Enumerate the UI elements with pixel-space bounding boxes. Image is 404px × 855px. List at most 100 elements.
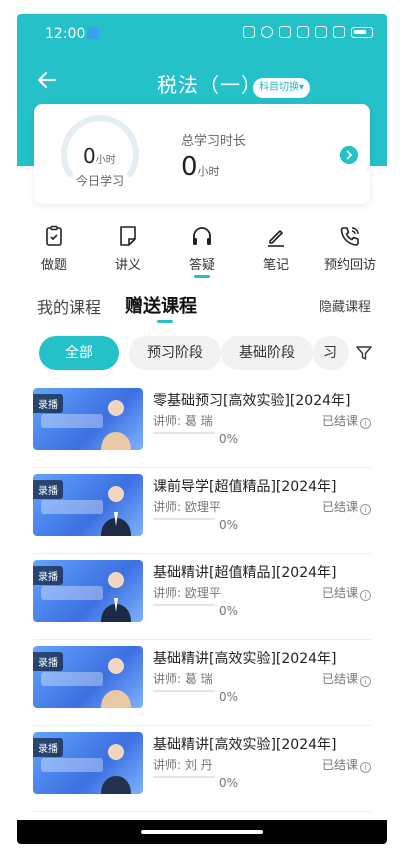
navigation-icon — [87, 27, 99, 39]
quick-callback-label: 预约回访 — [323, 258, 376, 273]
course-teacher: 讲师: 欧理平 — [153, 500, 221, 514]
info-icon[interactable]: i — [360, 762, 371, 773]
course-item[interactable]: 录播 课前导学[超值精品][2024年] 讲师: 欧理平 已结课 i 0% — [33, 474, 371, 554]
recorded-badge: 录播 — [33, 394, 63, 413]
filter-all[interactable]: 全部 — [39, 336, 119, 370]
quick-qa-label: 答疑 — [188, 258, 215, 273]
thumbnail-banner — [41, 758, 103, 772]
course-status: 已结课 i — [322, 498, 371, 515]
recorded-badge: 录播 — [33, 652, 63, 671]
course-title: 零基础预习[高效实验][2024年] — [153, 393, 351, 409]
stage-filters: 全部 预习阶段 基础阶段 习 — [17, 334, 387, 374]
pen-icon — [268, 230, 284, 247]
course-progress-text: 0% — [219, 432, 239, 446]
system-nav-bar — [17, 820, 387, 844]
quick-notes-label: 笔记 — [262, 258, 289, 273]
thumbnail-banner — [41, 672, 103, 686]
lecturer-photo — [101, 572, 131, 622]
course-progress-bar — [153, 604, 215, 606]
quick-handout-label: 讲义 — [114, 258, 141, 273]
course-status: 已结课 i — [322, 756, 371, 773]
course-item[interactable]: 录播 基础精讲[超值精品][2024年] 讲师: 欧理平 已结课 i 0% — [33, 560, 371, 640]
recorded-badge: 录播 — [33, 480, 63, 499]
filter-practice-stage[interactable]: 习 — [313, 336, 349, 370]
total-study-label: 总学习时长 — [181, 134, 247, 149]
tab-active-indicator — [157, 320, 173, 323]
quick-notes[interactable]: 笔记 — [239, 224, 313, 284]
study-time-card: 0小时 今日学习 总学习时长 0小时 — [34, 104, 370, 204]
course-item[interactable]: 录播 基础精讲[高效实验][2024年] 讲师: 刘 丹 已结课 i 0% — [33, 732, 371, 812]
page-title: 税法（一） — [157, 73, 262, 97]
course-teacher: 讲师: 葛 瑞 — [153, 672, 213, 686]
quick-practice[interactable]: 做题 — [17, 224, 91, 284]
back-arrow-icon[interactable] — [35, 68, 59, 92]
course-tabs: 我的课程 赠送课程 隐藏课程 — [17, 288, 387, 328]
filter-basic-stage[interactable]: 基础阶段 — [221, 336, 313, 370]
alarm-icon — [261, 26, 273, 38]
course-status: 已结课 i — [322, 584, 371, 601]
page-header: 税法（一） 科目切换▾ — [17, 60, 387, 100]
info-icon[interactable]: i — [360, 590, 371, 601]
course-progress-text: 0% — [219, 604, 239, 618]
course-progress-bar — [153, 518, 215, 520]
phone-icon — [340, 227, 359, 246]
course-title: 基础精讲[高效实验][2024年] — [153, 737, 337, 753]
hd-icon — [315, 26, 327, 38]
course-title: 基础精讲[超值精品][2024年] — [153, 565, 337, 581]
filter-preview-stage[interactable]: 预习阶段 — [129, 336, 221, 370]
lecturer-photo — [101, 486, 131, 536]
course-thumbnail: 录播 — [33, 732, 143, 794]
tab-gift-courses[interactable]: 赠送课程 — [125, 292, 197, 318]
lecturer-photo — [101, 658, 131, 708]
status-bar: 12:00 — [17, 14, 387, 54]
home-indicator[interactable] — [141, 830, 263, 834]
course-teacher: 讲师: 刘 丹 — [153, 758, 213, 772]
subject-switch-button[interactable]: 科目切换▾ — [253, 78, 311, 98]
thumbnail-banner — [41, 586, 103, 600]
info-icon[interactable]: i — [360, 418, 371, 429]
nfc-icon — [243, 26, 255, 38]
chevron-right-icon[interactable] — [340, 146, 358, 164]
note-icon — [120, 226, 136, 246]
recorded-badge: 录播 — [33, 738, 63, 757]
course-progress-bar — [153, 776, 215, 778]
course-thumbnail: 录播 — [33, 646, 143, 708]
lecturer-photo — [101, 744, 131, 794]
info-icon[interactable]: i — [360, 676, 371, 687]
course-progress-text: 0% — [219, 776, 239, 790]
course-title: 基础精讲[高效实验][2024年] — [153, 651, 337, 667]
recorded-badge: 录播 — [33, 566, 63, 585]
course-progress-text: 0% — [219, 690, 239, 704]
course-status: 已结课 i — [322, 412, 371, 429]
hide-courses-button[interactable]: 隐藏课程 — [319, 296, 371, 315]
course-item[interactable]: 录播 零基础预习[高效实验][2024年] 讲师: 葛 瑞 已结课 i 0% — [33, 388, 371, 468]
quick-handout[interactable]: 讲义 — [91, 224, 165, 284]
battery-icon — [351, 26, 373, 38]
bluetooth-icon — [297, 26, 309, 38]
quick-active-indicator — [194, 275, 210, 278]
thumbnail-banner — [41, 414, 103, 428]
course-thumbnail: 录播 — [33, 560, 143, 622]
quick-practice-label: 做题 — [40, 258, 67, 273]
thumbnail-banner — [41, 500, 103, 514]
info-icon[interactable]: i — [360, 504, 371, 515]
lecturer-photo — [101, 400, 131, 450]
status-icons — [243, 26, 373, 38]
course-teacher: 讲师: 葛 瑞 — [153, 414, 213, 428]
filter-icon[interactable] — [355, 344, 373, 362]
quick-callback[interactable]: 预约回访 — [313, 224, 387, 284]
course-item[interactable]: 录播 基础精讲[高效实验][2024年] 讲师: 葛 瑞 已结课 i 0% — [33, 646, 371, 726]
course-status: 已结课 i — [322, 670, 371, 687]
course-progress-bar — [153, 690, 215, 692]
today-study-label: 今日学习 — [76, 174, 125, 188]
tab-my-courses[interactable]: 我的课程 — [37, 294, 101, 318]
mute-icon — [279, 26, 291, 38]
course-progress-text: 0% — [219, 518, 239, 532]
signal-icon — [333, 26, 345, 38]
app-screen: 12:00 税法（一） 科目切换▾ 0小时 今日学习 总学习时长 0小时 做题 … — [17, 14, 387, 844]
course-title: 课前导学[超值精品][2024年] — [153, 479, 337, 495]
clipboard-icon — [46, 225, 62, 246]
quick-qa[interactable]: 答疑 — [165, 224, 239, 284]
status-time: 12:00 — [45, 26, 86, 42]
course-teacher: 讲师: 欧理平 — [153, 586, 221, 600]
